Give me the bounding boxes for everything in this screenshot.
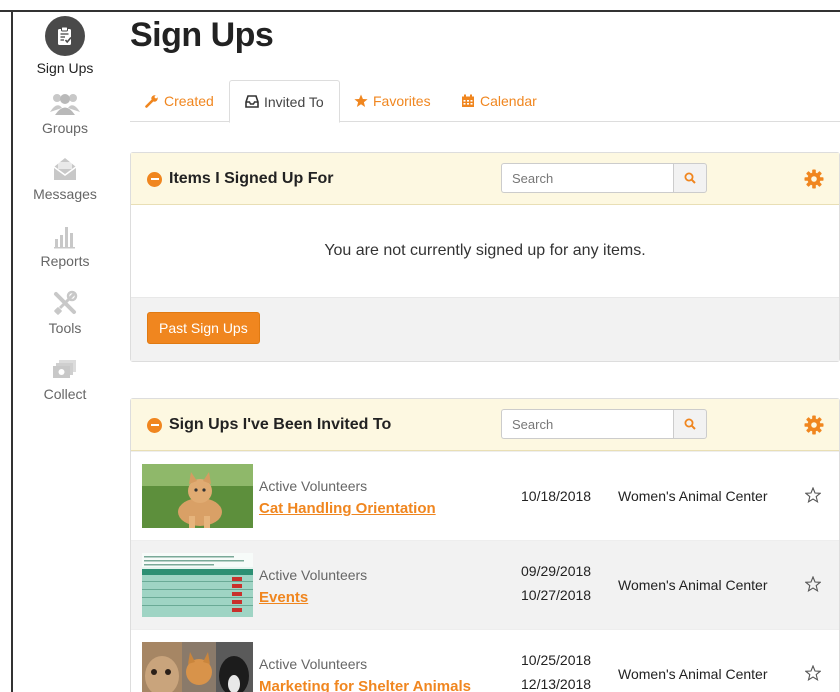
row-dates: 10/25/2018 12/13/2018 <box>521 648 591 692</box>
tab-invited-to[interactable]: Invited To <box>229 80 340 123</box>
spreadsheet-thumbnail[interactable] <box>142 553 253 617</box>
sidebar-item-label: Collect <box>43 386 87 402</box>
sidebar: Sign Ups Groups Messages Reports Tools C… <box>13 12 117 692</box>
row-organization: Women's Animal Center <box>618 666 768 682</box>
sidebar-item-label: Sign Ups <box>36 60 94 76</box>
favorite-star-icon[interactable] <box>805 576 821 592</box>
panel-header: Items I Signed Up For <box>131 153 839 205</box>
sidebar-item-reports[interactable]: Reports <box>13 223 117 269</box>
sidebar-item-sign-ups[interactable]: Sign Ups <box>13 16 117 76</box>
row-organization: Women's Animal Center <box>618 577 768 593</box>
row-group: Active Volunteers <box>259 478 368 494</box>
past-sign-ups-button[interactable]: Past Sign Ups <box>147 312 260 344</box>
kitten-photo[interactable] <box>142 464 253 528</box>
bar-chart-icon <box>54 227 75 249</box>
sidebar-item-tools[interactable]: Tools <box>13 290 117 336</box>
search-input[interactable] <box>501 163 673 193</box>
search-input[interactable] <box>501 409 673 439</box>
sidebar-item-label: Reports <box>40 253 90 269</box>
search-box <box>501 409 707 439</box>
row-dates: 10/18/2018 <box>521 484 591 508</box>
sidebar-item-label: Tools <box>48 320 82 336</box>
panel-title-text: Items I Signed Up For <box>169 170 334 187</box>
tab-bar: Created Invited To Favorites Calendar <box>130 80 840 123</box>
tools-icon <box>54 290 78 315</box>
row-date: 10/27/2018 <box>521 587 592 603</box>
row-date: 10/18/2018 <box>521 488 592 504</box>
row-date: 09/29/2018 <box>521 563 592 579</box>
clipboard-icon <box>45 16 85 56</box>
calendar-icon <box>462 94 474 107</box>
signed-up-panel: Items I Signed Up For Search You are not… <box>130 152 840 362</box>
sidebar-item-messages[interactable]: Messages <box>13 156 117 202</box>
panel-title-text: Sign Ups I've Been Invited To <box>169 416 392 433</box>
tab-label: Invited To <box>264 93 324 110</box>
collapse-icon[interactable] <box>147 171 162 187</box>
panel-footer: Past Sign Ups <box>131 297 839 361</box>
envelope-icon <box>53 158 77 180</box>
search-icon <box>684 418 696 430</box>
wrench-icon <box>145 95 158 108</box>
row-date: 12/13/2018 <box>521 676 592 692</box>
collapse-icon[interactable] <box>147 417 162 433</box>
window-frame-top <box>0 0 840 12</box>
row-title-link[interactable]: Events <box>259 589 308 606</box>
row-group: Active Volunteers <box>259 567 368 583</box>
sidebar-item-collect[interactable]: Collect <box>13 358 117 402</box>
favorite-star-icon[interactable] <box>805 487 821 503</box>
pets-photo[interactable] <box>142 642 253 692</box>
gear-icon[interactable] <box>804 415 824 435</box>
tab-created[interactable]: Created <box>145 80 214 122</box>
panel-title[interactable]: Sign Ups I've Been Invited To <box>147 399 391 451</box>
sidebar-item-groups[interactable]: Groups <box>13 90 117 136</box>
row-group: Active Volunteers <box>259 656 368 672</box>
row-dates: 09/29/2018 10/27/2018 <box>521 559 591 607</box>
row-title-link[interactable]: Marketing for Shelter Animals <box>259 678 471 692</box>
tab-favorites[interactable]: Favorites <box>354 80 431 122</box>
sidebar-item-label: Messages <box>33 186 97 202</box>
search-icon <box>684 172 696 184</box>
tab-label: Created <box>164 93 214 109</box>
table-row[interactable]: Active Volunteers Marketing for Shelter … <box>131 629 839 692</box>
panel-header: Sign Ups I've Been Invited To <box>131 399 839 451</box>
table-row[interactable]: Active Volunteers Events 09/29/2018 10/2… <box>131 540 839 629</box>
invited-panel: Sign Ups I've Been Invited To Search Act… <box>130 398 840 692</box>
search-box <box>501 163 707 193</box>
star-icon <box>354 94 368 107</box>
search-button[interactable] <box>673 163 707 193</box>
tab-label: Calendar <box>480 93 537 109</box>
search-button[interactable] <box>673 409 707 439</box>
empty-message: You are not currently signed up for any … <box>324 242 646 259</box>
page-title: Sign Ups <box>130 16 274 54</box>
tab-label: Favorites <box>373 93 431 109</box>
table-row[interactable]: Active Volunteers Cat Handling Orientati… <box>131 451 839 540</box>
row-date: 10/25/2018 <box>521 652 592 668</box>
users-icon <box>50 94 80 115</box>
inbox-icon <box>245 95 259 108</box>
cash-icon <box>53 360 76 378</box>
row-organization: Women's Animal Center <box>618 488 768 504</box>
tab-calendar[interactable]: Calendar <box>461 80 537 122</box>
row-title-link[interactable]: Cat Handling Orientation <box>259 500 436 517</box>
panel-title[interactable]: Items I Signed Up For <box>147 153 333 205</box>
main-content: Sign Ups Created Invited To Favorites Ca… <box>130 12 840 692</box>
sidebar-item-label: Groups <box>42 120 88 136</box>
favorite-star-icon[interactable] <box>805 665 821 681</box>
gear-icon[interactable] <box>804 169 824 189</box>
